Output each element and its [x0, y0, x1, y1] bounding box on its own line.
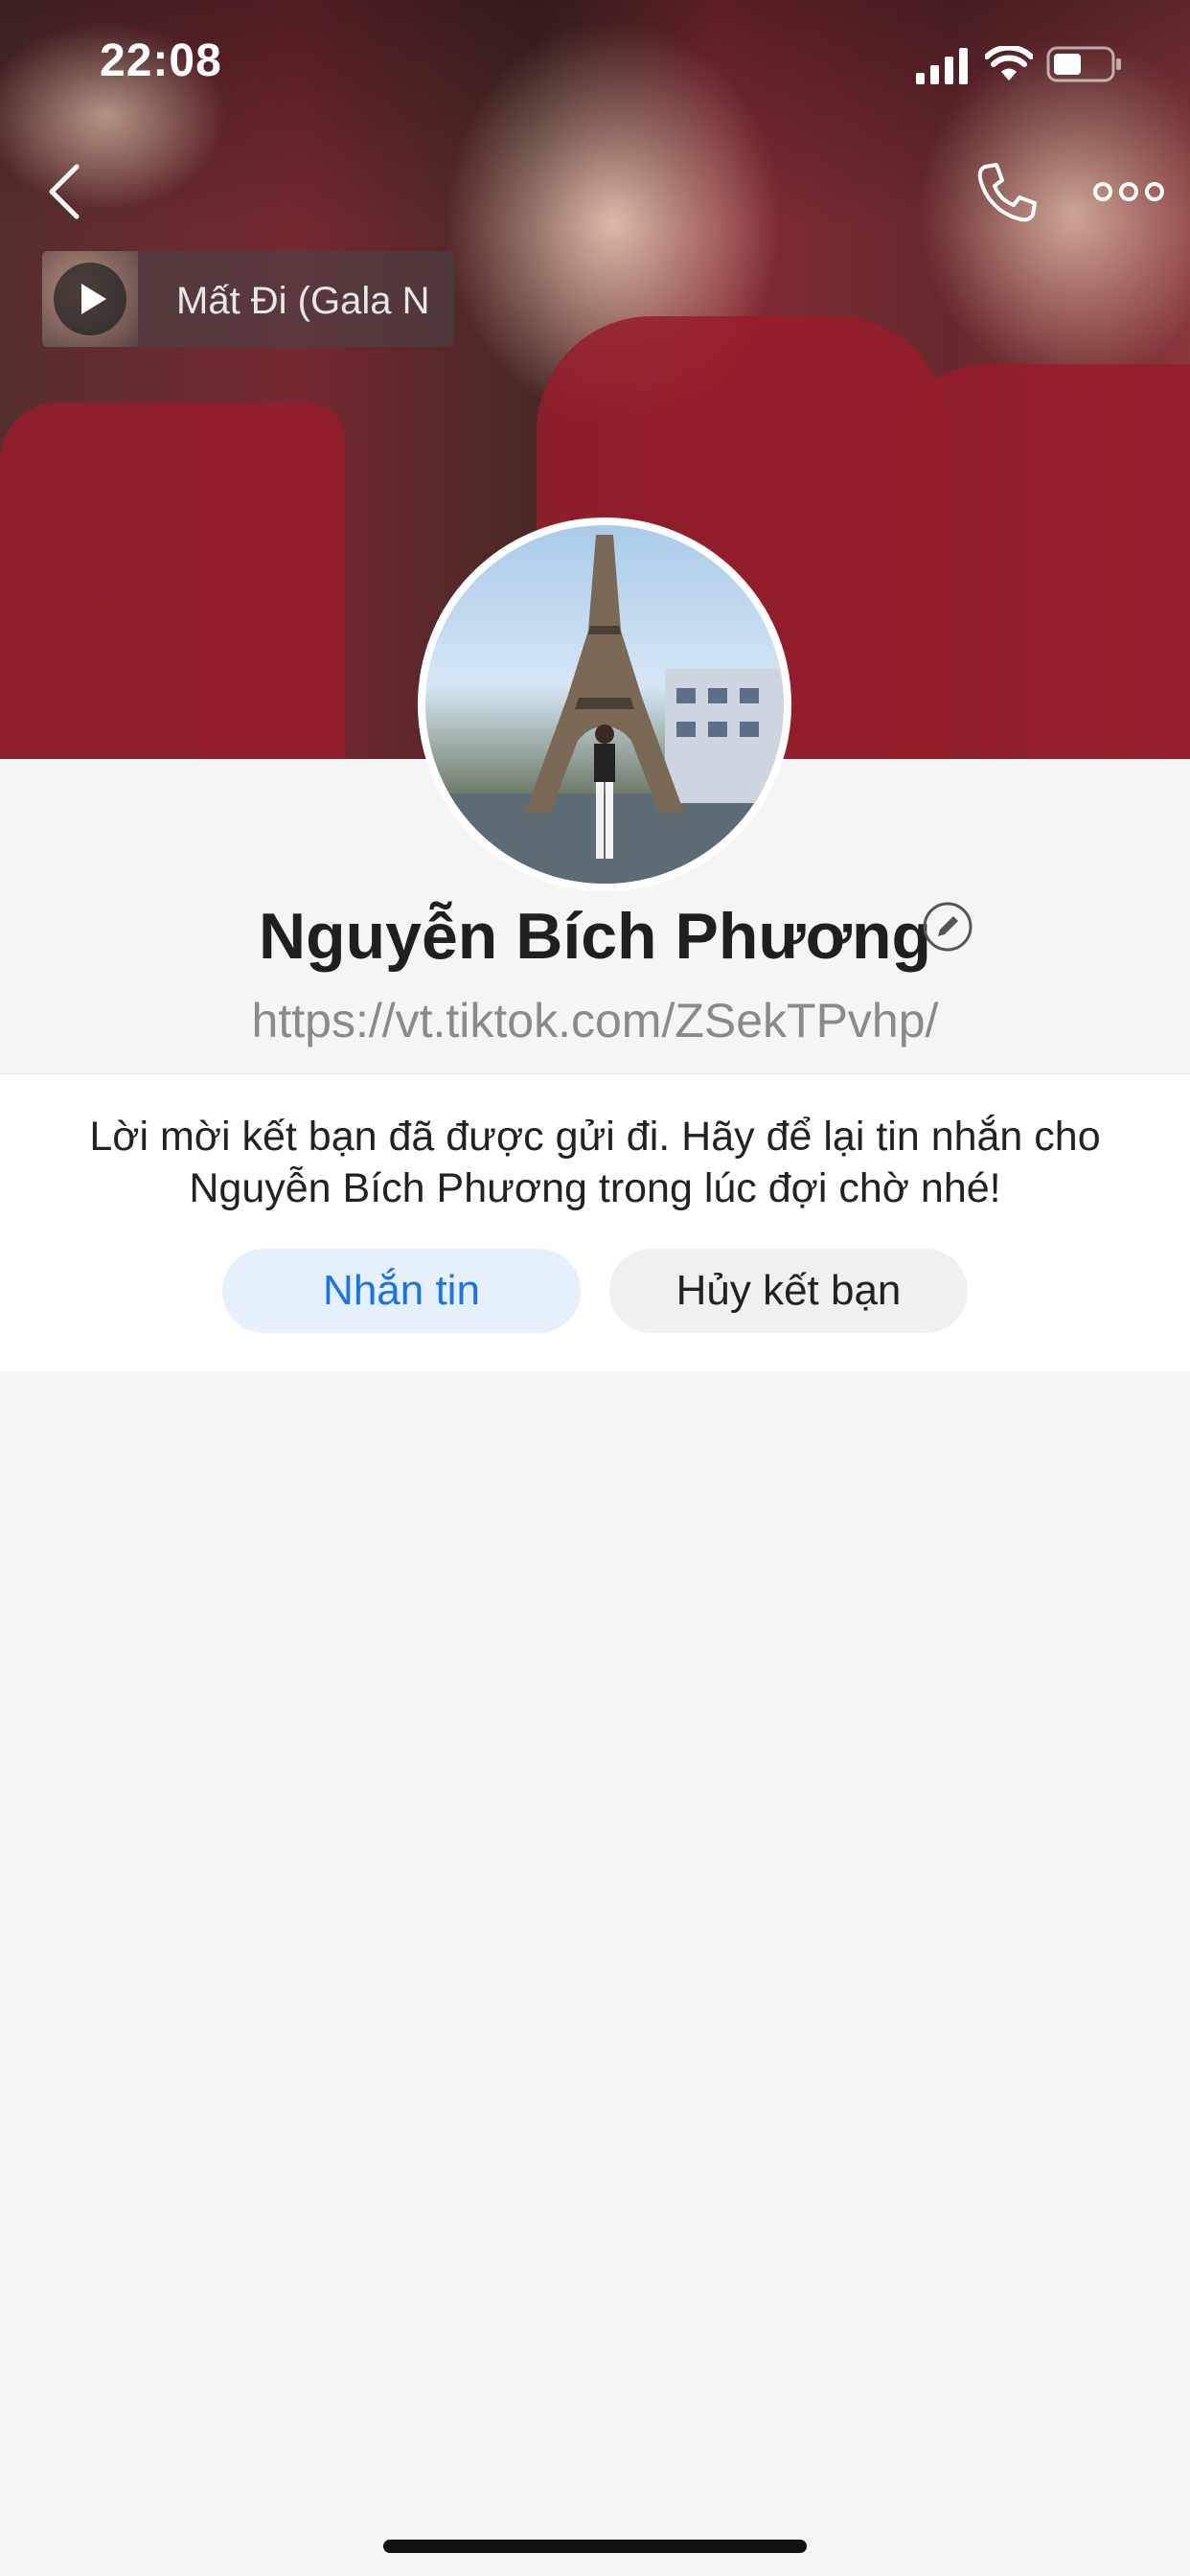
- back-chevron-icon: [49, 164, 80, 219]
- friend-request-message: Lời mời kết bạn đã được gửi đi. Hãy để l…: [89, 1114, 1101, 1211]
- phone-call-icon: [977, 163, 1037, 222]
- status-icons: [916, 46, 1127, 84]
- status-bar: 22:08: [0, 0, 1190, 125]
- more-options-icon: [1093, 182, 1164, 201]
- music-thumbnail: [42, 251, 138, 347]
- back-button[interactable]: [38, 153, 96, 230]
- profile-music-chip[interactable]: Mất Đi (Gala N: [42, 251, 454, 347]
- send-message-button[interactable]: Nhắn tin: [222, 1249, 581, 1333]
- call-button[interactable]: [968, 153, 1044, 230]
- profile-link[interactable]: https://vt.tiktok.com/ZSekTPvhp/: [0, 993, 1190, 1048]
- status-time: 22:08: [100, 35, 222, 86]
- play-icon: [81, 284, 106, 314]
- wifi-icon: [985, 46, 1033, 80]
- cellular-signal-icon: [916, 48, 968, 84]
- profile-avatar[interactable]: [418, 518, 791, 891]
- cancel-friend-request-button[interactable]: Hủy kết bạn: [609, 1249, 968, 1333]
- edit-pencil-icon: [923, 902, 973, 952]
- music-title: Mất Đi (Gala N: [176, 280, 430, 322]
- edit-name-button[interactable]: [922, 901, 973, 953]
- eiffel-tower-illustration: [425, 535, 784, 884]
- friend-request-card: Lời mời kết bạn đã được gửi đi. Hãy để l…: [0, 1073, 1190, 1371]
- play-button[interactable]: [54, 263, 126, 335]
- more-options-button[interactable]: [1090, 168, 1167, 216]
- home-indicator[interactable]: [383, 2540, 807, 2553]
- battery-icon: [1046, 46, 1121, 82]
- profile-name: Nguyễn Bích Phương: [258, 900, 932, 973]
